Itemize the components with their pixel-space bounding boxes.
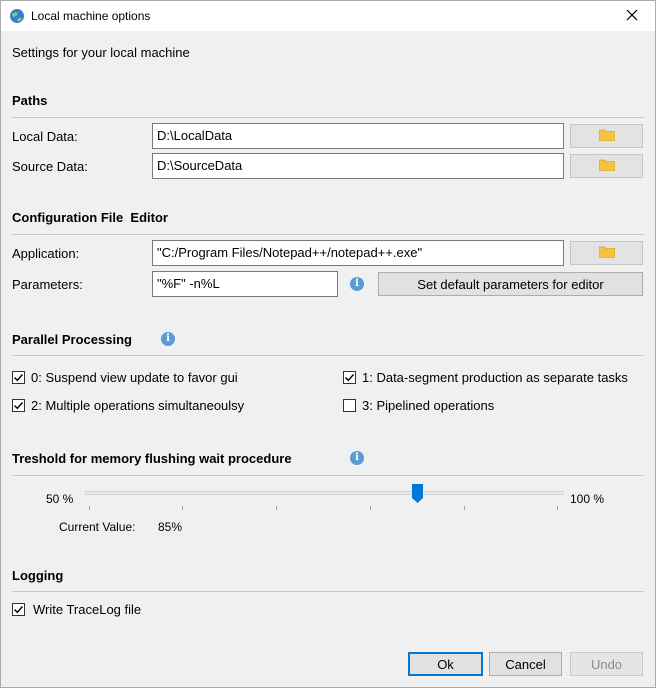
- folder-icon: [598, 246, 615, 261]
- checkmark-icon: [14, 606, 24, 614]
- local-data-field[interactable]: D:\LocalData: [152, 123, 564, 149]
- parallel-header: Parallel Processing: [12, 332, 132, 347]
- parallel-option-2-label[interactable]: 2: Multiple operations simultaneoulsy: [31, 398, 244, 413]
- local-data-label: Local Data:: [12, 129, 78, 144]
- slider-tick: [182, 506, 183, 510]
- editor-header: Configuration File Editor: [12, 210, 168, 225]
- parallel-option-2-checkbox[interactable]: [12, 399, 25, 412]
- slider-tick: [464, 506, 465, 510]
- source-data-field[interactable]: D:\SourceData: [152, 153, 564, 179]
- logging-header: Logging: [12, 568, 64, 583]
- title-bar: Local machine options: [1, 1, 655, 31]
- local-data-browse-button[interactable]: [570, 124, 643, 148]
- current-value: 85%: [158, 520, 183, 534]
- slider-tick: [276, 506, 277, 510]
- set-default-parameters-button[interactable]: Set default parameters for editor: [378, 272, 643, 296]
- application-browse-button[interactable]: [570, 241, 643, 265]
- undo-button[interactable]: Undo: [570, 652, 643, 676]
- threshold-slider-track[interactable]: [85, 491, 564, 495]
- tracelog-label[interactable]: Write TraceLog file: [33, 602, 141, 617]
- threshold-slider-thumb[interactable]: [412, 484, 423, 503]
- checkmark-icon: [345, 374, 355, 382]
- parameters-field[interactable]: "%F" -n%L: [152, 271, 338, 297]
- undo-button-label: Undo: [590, 656, 623, 672]
- info-icon[interactable]: i: [350, 277, 364, 291]
- slider-max-label: 100 %: [570, 492, 605, 506]
- folder-icon: [598, 129, 615, 144]
- tracelog-checkbox[interactable]: [12, 603, 25, 616]
- parallel-option-0-checkbox[interactable]: [12, 371, 25, 384]
- dialog-subtitle: Settings for your local machine: [12, 45, 190, 60]
- app-globe-icon: [9, 8, 25, 24]
- checkmark-icon: [14, 374, 24, 382]
- cancel-button[interactable]: Cancel: [489, 652, 562, 676]
- dialog-window: Local machine options Settings for your …: [0, 0, 656, 688]
- editor-separator: [12, 234, 644, 235]
- info-icon[interactable]: i: [350, 451, 364, 465]
- logging-separator: [12, 591, 644, 592]
- parallel-option-1-label[interactable]: 1: Data-segment production as separate t…: [362, 370, 628, 385]
- ok-button-label: Ok: [437, 656, 454, 672]
- slider-min-label: 50 %: [46, 492, 74, 506]
- parallel-option-3-checkbox[interactable]: [343, 399, 356, 412]
- paths-separator: [12, 117, 644, 118]
- paths-header: Paths: [12, 93, 48, 108]
- cancel-button-label: Cancel: [505, 656, 546, 672]
- current-value-label: Current Value:: [59, 520, 136, 534]
- threshold-separator: [12, 475, 644, 476]
- parallel-option-1-checkbox[interactable]: [343, 371, 356, 384]
- parameters-label: Parameters:: [12, 277, 83, 292]
- ok-button[interactable]: Ok: [408, 652, 483, 676]
- window-title: Local machine options: [31, 9, 151, 23]
- slider-tick: [370, 506, 371, 510]
- folder-icon: [598, 159, 615, 174]
- parallel-option-0-label[interactable]: 0: Suspend view update to favor gui: [31, 370, 238, 385]
- checkmark-icon: [14, 402, 24, 410]
- set-default-parameters-label: Set default parameters for editor: [417, 276, 604, 292]
- slider-tick: [89, 506, 90, 510]
- application-field[interactable]: "C:/Program Files/Notepad++/notepad++.ex…: [152, 240, 564, 266]
- close-button[interactable]: [609, 1, 655, 31]
- parallel-separator: [12, 355, 644, 356]
- source-data-label: Source Data:: [12, 159, 88, 174]
- close-icon: [626, 9, 638, 24]
- parallel-option-3-label[interactable]: 3: Pipelined operations: [362, 398, 494, 413]
- threshold-header: Treshold for memory flushing wait proced…: [12, 451, 292, 466]
- slider-tick: [557, 506, 558, 510]
- source-data-browse-button[interactable]: [570, 154, 643, 178]
- info-icon[interactable]: i: [161, 332, 175, 346]
- application-label: Application:: [12, 246, 80, 261]
